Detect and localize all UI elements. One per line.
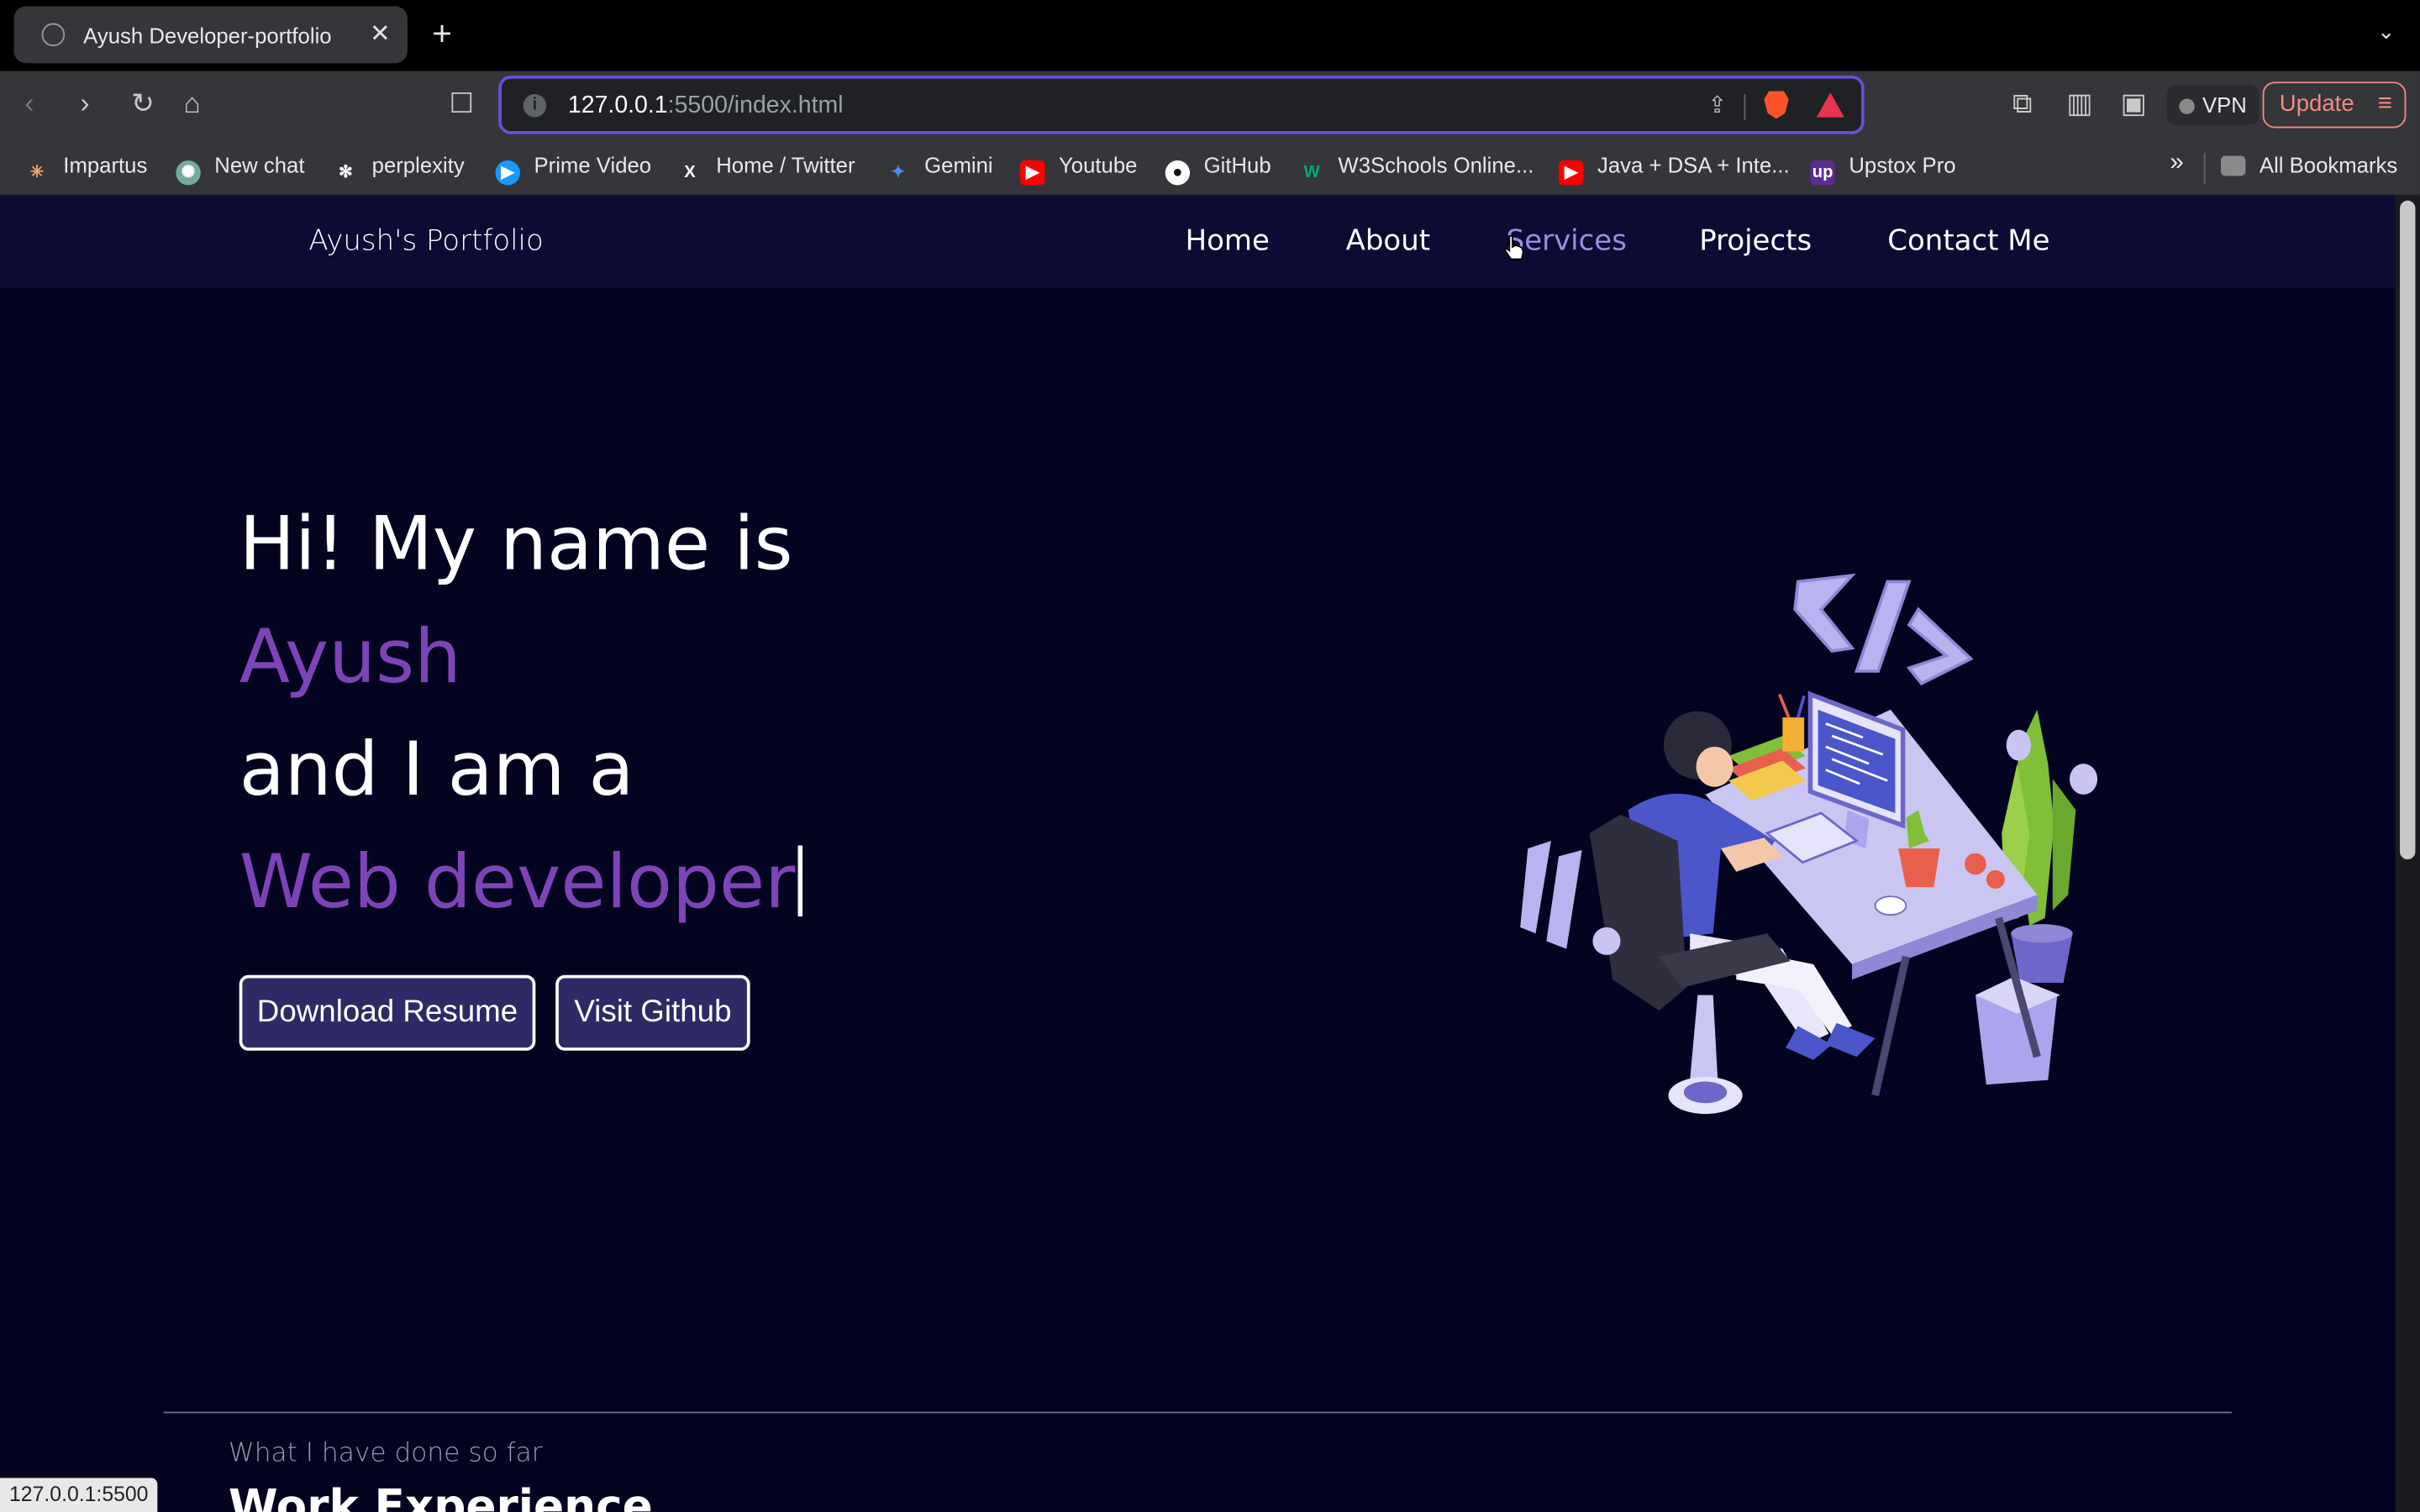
reload-icon[interactable]: ↻ [131,88,155,119]
experience-subtitle: What I have done so far [228,1437,543,1469]
openai-icon: ✺ [176,160,201,186]
forward-icon[interactable]: › [81,88,90,119]
tab-title: Ayush Developer-portfolio [83,23,332,48]
hero-name: Ayush [239,614,461,701]
scrollbar-thumb[interactable] [2400,200,2416,860]
youtube-icon: ▶ [1020,160,1045,186]
section-divider [163,1411,2232,1414]
globe-icon [41,23,66,47]
update-button[interactable]: Update ≡ [2262,81,2407,129]
new-tab-button[interactable]: + [432,14,452,55]
bookmark-impartus[interactable]: ✳ Impartus [24,153,148,186]
back-icon[interactable]: ‹ [24,88,34,119]
bookmark-icon[interactable]: ☐ [449,88,474,119]
potted-plant [2002,709,2098,983]
bookmark-w3schools[interactable]: W W3Schools Online... [1300,153,1534,186]
vpn-button[interactable]: VPN [2166,85,2260,125]
nav-about[interactable]: About [1346,225,1430,258]
impartus-icon: ✳ [29,163,45,182]
hero-greeting: Hi! My name is [239,501,793,588]
close-tab-icon[interactable]: ✕ [370,18,391,50]
bookmark-twitter[interactable]: X Home / Twitter [677,153,855,186]
download-resume-button[interactable]: Download Resume [239,974,536,1051]
share-icon[interactable]: ⇪ [1707,91,1727,118]
typed-role-text: Web developer [239,839,796,927]
bookmark-upstox[interactable]: up Upstox Pro [1810,153,1956,186]
typing-caret [798,845,803,916]
w3schools-icon: W [1303,163,1320,182]
x-icon: X [684,163,696,182]
vpn-status-icon [2179,98,2195,114]
folder-icon [2221,155,2246,176]
url-text[interactable]: 127.0.0.1:5500/index.html [568,92,844,120]
books-stack [1728,693,1806,801]
more-bookmarks-button[interactable]: » [2170,150,2183,177]
bookmark-new-chat[interactable]: ✺ New chat [176,153,304,186]
nav-projects[interactable]: Projects [1699,225,1812,258]
browser-tab[interactable]: Ayush Developer-portfolio ✕ [13,6,408,64]
page-scrollbar[interactable] [2395,196,2420,1512]
tab-strip: Ayush Developer-portfolio ✕ + ⌄ [0,0,2420,71]
bookmark-youtube[interactable]: ▶ Youtube [1020,153,1137,186]
prime-video-icon: ▶ [495,160,520,186]
nav-contact[interactable]: Contact Me [1887,225,2049,258]
site-info-icon[interactable]: i [523,94,547,118]
brave-rewards-icon[interactable] [1816,92,1844,118]
brave-shields-icon[interactable] [1764,91,1789,119]
sidebar-icon[interactable]: ▥ [2066,88,2092,119]
site-navbar: Ayush's Portfolio Home About Services Pr… [0,196,2396,289]
developer-illustration [1520,573,2098,1115]
bookmark-gemini[interactable]: ✦ Gemini [886,153,992,186]
address-divider [1744,94,1746,121]
address-bar[interactable]: i 127.0.0.1:5500/index.html ⇪ [498,75,1865,134]
all-bookmarks-button[interactable]: All Bookmarks [2221,153,2397,177]
tab-list-chevron-icon[interactable]: ⌄ [2377,18,2396,45]
perplexity-icon: ✻ [338,163,353,182]
github-icon: ● [1165,160,1191,186]
gemini-icon: ✦ [891,163,906,182]
bookmark-prime-video[interactable]: ▶ Prime Video [495,153,651,186]
menu-icon: ≡ [2377,91,2392,118]
youtube-icon: ▶ [1559,160,1584,186]
visit-github-button[interactable]: Visit Github [555,974,750,1051]
bookmark-perplexity[interactable]: ✻ perplexity [334,153,465,186]
experience-title: Work Experience [228,1479,653,1512]
hero-intro: and I am a [239,727,634,813]
bookmarks-divider [2203,152,2206,184]
wallet-icon[interactable]: ▣ [2121,88,2147,119]
upstox-icon: up [1810,160,1835,186]
pointer-cursor-icon [1503,235,1524,260]
hero-role: Web developer [239,839,803,926]
home-icon[interactable]: ⌂ [184,88,201,119]
bookmark-java-dsa[interactable]: ▶ Java + DSA + Inte... [1559,153,1790,186]
site-brand[interactable]: Ayush's Portfolio [308,225,543,258]
browser-toolbar: ‹ › ↻ ⌂ ☐ i 127.0.0.1:5500/index.html ⇪ … [0,71,2420,139]
code-symbol-icon [1793,573,1974,685]
extensions-icon[interactable]: ⧉ [2012,88,2033,119]
link-status-bar: 127.0.0.1:5500 [0,1478,158,1512]
bookmarks-bar: ✳ Impartus ✺ New chat ✻ perplexity ▶ Prime V… [0,139,2420,197]
bookmark-github[interactable]: ● GitHub [1165,153,1271,186]
nav-home[interactable]: Home [1186,225,1270,258]
